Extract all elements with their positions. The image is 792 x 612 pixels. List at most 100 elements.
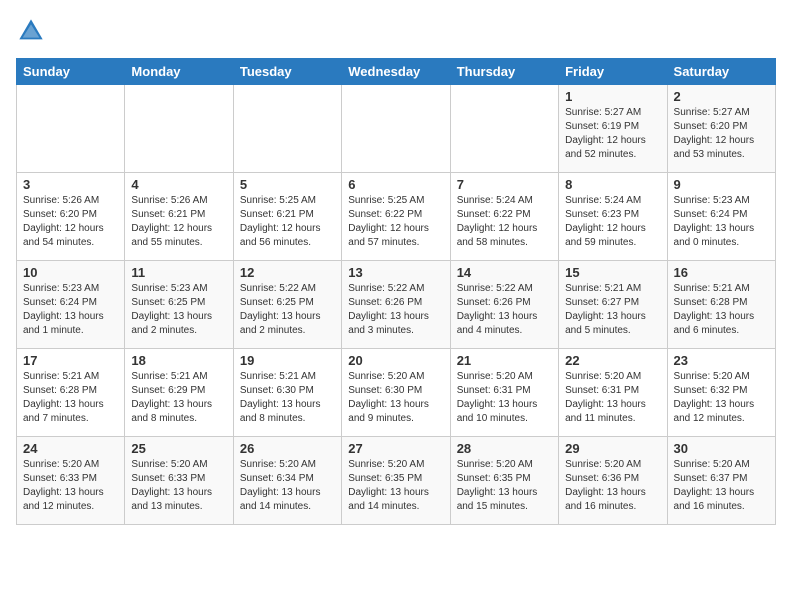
day-number: 2 xyxy=(674,89,769,104)
day-number: 11 xyxy=(131,265,226,280)
week-row-2: 3 Sunrise: 5:26 AM Sunset: 6:20 PM Daylig… xyxy=(17,173,776,261)
day-number: 20 xyxy=(348,353,443,368)
day-number: 12 xyxy=(240,265,335,280)
day-cell xyxy=(233,85,341,173)
day-number: 17 xyxy=(23,353,118,368)
day-number: 26 xyxy=(240,441,335,456)
day-number: 19 xyxy=(240,353,335,368)
day-info: Sunrise: 5:20 AM Sunset: 6:33 PM Dayligh… xyxy=(23,458,118,514)
day-info: Sunrise: 5:22 AM Sunset: 6:26 PM Dayligh… xyxy=(457,282,552,338)
day-cell: 25 Sunrise: 5:20 AM Sunset: 6:33 PM Dayli… xyxy=(125,437,233,525)
week-row-1: 1 Sunrise: 5:27 AM Sunset: 6:19 PM Daylig… xyxy=(17,85,776,173)
day-info: Sunrise: 5:24 AM Sunset: 6:23 PM Dayligh… xyxy=(565,194,660,250)
day-cell: 29 Sunrise: 5:20 AM Sunset: 6:36 PM Dayli… xyxy=(559,437,667,525)
day-number: 21 xyxy=(457,353,552,368)
day-info: Sunrise: 5:23 AM Sunset: 6:24 PM Dayligh… xyxy=(23,282,118,338)
day-header-wednesday: Wednesday xyxy=(342,59,450,85)
day-number: 27 xyxy=(348,441,443,456)
week-row-4: 17 Sunrise: 5:21 AM Sunset: 6:28 PM Dayli… xyxy=(17,349,776,437)
day-info: Sunrise: 5:27 AM Sunset: 6:19 PM Dayligh… xyxy=(565,106,660,162)
logo-icon xyxy=(16,16,46,46)
logo xyxy=(16,16,50,46)
day-cell: 10 Sunrise: 5:23 AM Sunset: 6:24 PM Dayli… xyxy=(17,261,125,349)
day-number: 14 xyxy=(457,265,552,280)
day-number: 18 xyxy=(131,353,226,368)
day-cell: 9Sunrise: 5:23 AM Sunset: 6:24 PM Daylig… xyxy=(667,173,775,261)
day-cell xyxy=(17,85,125,173)
day-number: 6 xyxy=(348,177,443,192)
day-info: Sunrise: 5:26 AM Sunset: 6:21 PM Dayligh… xyxy=(131,194,226,250)
day-cell: 5 Sunrise: 5:25 AM Sunset: 6:21 PM Daylig… xyxy=(233,173,341,261)
day-number: 3 xyxy=(23,177,118,192)
day-cell: 30 Sunrise: 5:20 AM Sunset: 6:37 PM Dayli… xyxy=(667,437,775,525)
day-info: Sunrise: 5:21 AM Sunset: 6:29 PM Dayligh… xyxy=(131,370,226,426)
day-cell: 26 Sunrise: 5:20 AM Sunset: 6:34 PM Dayli… xyxy=(233,437,341,525)
day-number: 22 xyxy=(565,353,660,368)
day-cell: 17 Sunrise: 5:21 AM Sunset: 6:28 PM Dayli… xyxy=(17,349,125,437)
day-header-tuesday: Tuesday xyxy=(233,59,341,85)
day-info: Sunrise: 5:26 AM Sunset: 6:20 PM Dayligh… xyxy=(23,194,118,250)
day-info: Sunrise: 5:20 AM Sunset: 6:36 PM Dayligh… xyxy=(565,458,660,514)
day-info: Sunrise: 5:20 AM Sunset: 6:33 PM Dayligh… xyxy=(131,458,226,514)
day-cell: 27 Sunrise: 5:20 AM Sunset: 6:35 PM Dayli… xyxy=(342,437,450,525)
day-number: 7 xyxy=(457,177,552,192)
day-number: 13 xyxy=(348,265,443,280)
day-number: 5 xyxy=(240,177,335,192)
day-header-sunday: Sunday xyxy=(17,59,125,85)
day-cell xyxy=(342,85,450,173)
day-header-friday: Friday xyxy=(559,59,667,85)
day-number: 4 xyxy=(131,177,226,192)
day-info: Sunrise: 5:20 AM Sunset: 6:35 PM Dayligh… xyxy=(348,458,443,514)
day-info: Sunrise: 5:22 AM Sunset: 6:26 PM Dayligh… xyxy=(348,282,443,338)
day-cell: 12 Sunrise: 5:22 AM Sunset: 6:25 PM Dayli… xyxy=(233,261,341,349)
day-cell: 6 Sunrise: 5:25 AM Sunset: 6:22 PM Daylig… xyxy=(342,173,450,261)
day-number: 24 xyxy=(23,441,118,456)
day-cell: 22 Sunrise: 5:20 AM Sunset: 6:31 PM Dayli… xyxy=(559,349,667,437)
day-info: Sunrise: 5:20 AM Sunset: 6:31 PM Dayligh… xyxy=(565,370,660,426)
day-number: 29 xyxy=(565,441,660,456)
day-number: 30 xyxy=(674,441,769,456)
day-cell: 11 Sunrise: 5:23 AM Sunset: 6:25 PM Dayli… xyxy=(125,261,233,349)
day-cell: 1 Sunrise: 5:27 AM Sunset: 6:19 PM Daylig… xyxy=(559,85,667,173)
calendar-table: SundayMondayTuesdayWednesdayThursdayFrid… xyxy=(16,58,776,525)
page-header xyxy=(16,16,776,46)
day-cell: 7 Sunrise: 5:24 AM Sunset: 6:22 PM Daylig… xyxy=(450,173,558,261)
day-number: 25 xyxy=(131,441,226,456)
day-info: Sunrise: 5:21 AM Sunset: 6:28 PM Dayligh… xyxy=(674,282,769,338)
day-header-saturday: Saturday xyxy=(667,59,775,85)
day-cell: 13 Sunrise: 5:22 AM Sunset: 6:26 PM Dayli… xyxy=(342,261,450,349)
day-info: Sunrise: 5:24 AM Sunset: 6:22 PM Dayligh… xyxy=(457,194,552,250)
day-number: 1 xyxy=(565,89,660,104)
day-number: 28 xyxy=(457,441,552,456)
day-info: Sunrise: 5:21 AM Sunset: 6:28 PM Dayligh… xyxy=(23,370,118,426)
day-cell: 3 Sunrise: 5:26 AM Sunset: 6:20 PM Daylig… xyxy=(17,173,125,261)
day-cell xyxy=(450,85,558,173)
day-number: 8 xyxy=(565,177,660,192)
day-info: Sunrise: 5:20 AM Sunset: 6:35 PM Dayligh… xyxy=(457,458,552,514)
day-number: 16 xyxy=(674,265,769,280)
day-cell: 16 Sunrise: 5:21 AM Sunset: 6:28 PM Dayli… xyxy=(667,261,775,349)
day-cell: 23Sunrise: 5:20 AM Sunset: 6:32 PM Dayli… xyxy=(667,349,775,437)
day-info: Sunrise: 5:25 AM Sunset: 6:21 PM Dayligh… xyxy=(240,194,335,250)
day-info: Sunrise: 5:20 AM Sunset: 6:37 PM Dayligh… xyxy=(674,458,769,514)
day-info: Sunrise: 5:21 AM Sunset: 6:27 PM Dayligh… xyxy=(565,282,660,338)
day-info: Sunrise: 5:25 AM Sunset: 6:22 PM Dayligh… xyxy=(348,194,443,250)
day-info: Sunrise: 5:23 AM Sunset: 6:25 PM Dayligh… xyxy=(131,282,226,338)
header-row: SundayMondayTuesdayWednesdayThursdayFrid… xyxy=(17,59,776,85)
day-cell: 20 Sunrise: 5:20 AM Sunset: 6:30 PM Dayli… xyxy=(342,349,450,437)
day-number: 10 xyxy=(23,265,118,280)
day-info: Sunrise: 5:23 AM Sunset: 6:24 PM Dayligh… xyxy=(674,194,769,250)
day-info: Sunrise: 5:20 AM Sunset: 6:30 PM Dayligh… xyxy=(348,370,443,426)
day-cell: 8 Sunrise: 5:24 AM Sunset: 6:23 PM Daylig… xyxy=(559,173,667,261)
day-info: Sunrise: 5:22 AM Sunset: 6:25 PM Dayligh… xyxy=(240,282,335,338)
day-cell: 15Sunrise: 5:21 AM Sunset: 6:27 PM Dayli… xyxy=(559,261,667,349)
day-cell: 2Sunrise: 5:27 AM Sunset: 6:20 PM Daylig… xyxy=(667,85,775,173)
day-cell: 14 Sunrise: 5:22 AM Sunset: 6:26 PM Dayli… xyxy=(450,261,558,349)
day-info: Sunrise: 5:20 AM Sunset: 6:34 PM Dayligh… xyxy=(240,458,335,514)
day-number: 23 xyxy=(674,353,769,368)
day-cell: 28 Sunrise: 5:20 AM Sunset: 6:35 PM Dayli… xyxy=(450,437,558,525)
day-cell: 21Sunrise: 5:20 AM Sunset: 6:31 PM Dayli… xyxy=(450,349,558,437)
day-cell: 19Sunrise: 5:21 AM Sunset: 6:30 PM Dayli… xyxy=(233,349,341,437)
week-row-3: 10 Sunrise: 5:23 AM Sunset: 6:24 PM Dayli… xyxy=(17,261,776,349)
week-row-5: 24 Sunrise: 5:20 AM Sunset: 6:33 PM Dayli… xyxy=(17,437,776,525)
